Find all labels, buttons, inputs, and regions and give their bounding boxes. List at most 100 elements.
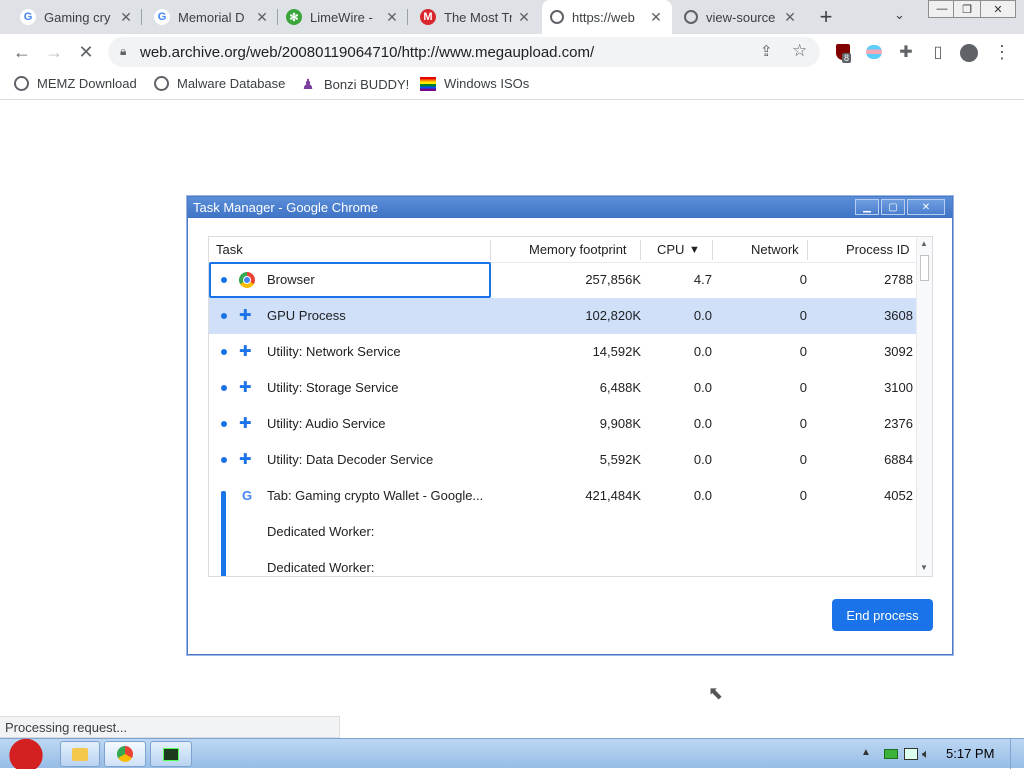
cpu-value: 0.0 [693,416,712,431]
taskbar-terminal-button[interactable] [150,741,192,767]
column-header-network[interactable]: Network [751,237,799,263]
table-row[interactable]: ✚ Utility: Storage Service 6,488K 0.0 0 … [209,370,917,406]
pid-value: 3608 [884,308,913,323]
table-row[interactable]: G Tab: Gaming crypto Wallet - Google... … [209,478,917,514]
column-header-cpu[interactable]: CPU [657,237,684,263]
extensions-puzzle-icon[interactable]: ✚ [890,36,922,68]
network-value: 0 [799,380,807,395]
network-value: 0 [799,344,807,359]
pid-value: 6884 [884,452,913,467]
clock[interactable]: 5:17 PM [946,746,994,761]
globe-icon [14,76,29,91]
network-icon[interactable] [904,748,918,760]
dialog-maximize-button[interactable]: ▢ [881,199,905,215]
tab-title: LimeWire - [310,9,373,25]
table-row[interactable]: Dedicated Worker: [209,550,917,576]
show-desktop-button[interactable] [1010,739,1024,769]
taskbar-chrome-button[interactable] [104,741,146,767]
pid-value: 2788 [884,272,913,287]
flag-extension-icon[interactable] [866,45,882,59]
dialog-close-button[interactable]: ✕ [907,199,945,215]
dialog-body: Task Memory footprint CPU ▼ Network Proc… [192,218,948,652]
terminal-icon [163,747,179,761]
task-name: Dedicated Worker: [267,560,375,575]
busy-cursor-icon: ⬉ [708,683,724,703]
puzzle-icon: ✚ [239,415,252,432]
back-button[interactable]: ← [6,36,38,68]
close-window-button[interactable]: ✕ [980,0,1016,18]
maximize-button[interactable]: ❐ [953,0,981,18]
memory-value: 6,488K [599,380,641,395]
pid-value: 3100 [884,380,913,395]
column-header-memory[interactable]: Memory footprint [529,237,627,263]
tab-3[interactable]: M The Most Tr ✕ [412,0,540,34]
tab-0[interactable]: G Gaming cry ✕ [12,0,142,34]
task-name: Utility: Audio Service [267,416,386,431]
close-icon[interactable]: ✕ [648,9,664,26]
pid-value: 2376 [884,416,913,431]
tab-4[interactable]: https://web ✕ [542,0,672,34]
close-icon[interactable]: ✕ [384,9,400,26]
scroll-thumb[interactable] [920,255,929,281]
scroll-up-icon[interactable]: ▲ [920,239,928,248]
scroll-down-icon[interactable]: ▼ [920,563,928,572]
task-name: Utility: Storage Service [267,380,399,395]
process-table: Task Memory footprint CPU ▼ Network Proc… [208,236,933,577]
tab-5[interactable]: view-source ✕ [676,0,806,34]
profile-avatar[interactable] [960,44,978,62]
close-icon[interactable]: ✕ [516,9,532,26]
globe-icon [550,10,564,24]
table-row[interactable]: ✚ Utility: Data Decoder Service 5,592K 0… [209,442,917,478]
tab-1[interactable]: G Memorial D ✕ [146,0,278,34]
bookmark-malware-database[interactable]: Malware Database [154,76,285,91]
task-name: Utility: Network Service [267,344,401,359]
table-row[interactable]: Browser 257,856K 4.7 0 2788 [209,262,917,298]
close-icon[interactable]: ✕ [782,9,798,26]
puzzle-icon: ✚ [239,307,252,324]
taskbar-explorer-button[interactable] [60,741,100,767]
row-dot [221,313,227,319]
new-tab-button[interactable]: + [814,5,838,29]
show-hidden-icons-icon[interactable]: ▲ [861,747,871,758]
tab-title: https://web [572,9,635,25]
bookmark-windows-isos[interactable]: Windows ISOs [420,76,529,91]
task-name: Tab: Gaming crypto Wallet - Google... [267,488,484,503]
share-icon[interactable]: ⇪ [760,42,773,60]
tab-2[interactable]: ✻ LimeWire - ✕ [278,0,408,34]
bookmark-memz[interactable]: MEMZ Download [14,76,137,91]
dialog-minimize-button[interactable]: ▁ [855,199,879,215]
side-panel-icon[interactable]: ▯ [922,36,954,68]
bookmark-star-icon[interactable]: ☆ [792,41,807,61]
tab-title: Memorial D [178,9,245,25]
tab-search-icon[interactable]: ⌄ [894,7,905,23]
row-dot [221,457,227,463]
taskbar: ▲ 🔈︎ 5:17 PM [0,735,1024,769]
bookmark-bonzi[interactable]: ♟ Bonzi BUDDY! [300,76,410,92]
address-bar[interactable]: 🔒︎ web.archive.org/web/20080119064710/ht… [108,37,820,67]
start-angry-bird-icon[interactable] [4,735,44,769]
table-row[interactable]: ✚ GPU Process 102,820K 0.0 0 3608 [209,298,917,334]
table-row[interactable]: Dedicated Worker: [209,514,917,550]
forward-button[interactable]: → [38,36,70,68]
row-dot [221,277,227,283]
column-header-pid[interactable]: Process ID [846,237,910,263]
close-icon[interactable]: ✕ [254,9,270,26]
volume-icon[interactable]: 🔈︎ [922,746,930,762]
table-header: Task Memory footprint CPU ▼ Network Proc… [209,237,932,263]
minimize-button[interactable]: — [928,0,956,18]
row-dot [221,385,227,391]
task-name: Dedicated Worker: [267,524,375,539]
stop-button[interactable]: ✕ [70,36,102,68]
bookmark-label: MEMZ Download [37,76,137,91]
battery-icon[interactable] [884,749,898,759]
ublock-extension-icon[interactable]: 8 [836,44,852,63]
table-row[interactable]: ✚ Utility: Audio Service 9,908K 0.0 0 23… [209,406,917,442]
task-name: Browser [267,272,315,287]
extension-badge: 8 [842,53,852,63]
table-row[interactable]: ✚ Utility: Network Service 14,592K 0.0 0… [209,334,917,370]
close-icon[interactable]: ✕ [118,9,134,26]
column-header-task[interactable]: Task [216,237,243,263]
end-process-button[interactable]: End process [832,599,933,631]
menu-kebab-icon[interactable]: ⋮ [986,36,1018,68]
table-scrollbar[interactable]: ▲ ▼ [916,237,932,576]
